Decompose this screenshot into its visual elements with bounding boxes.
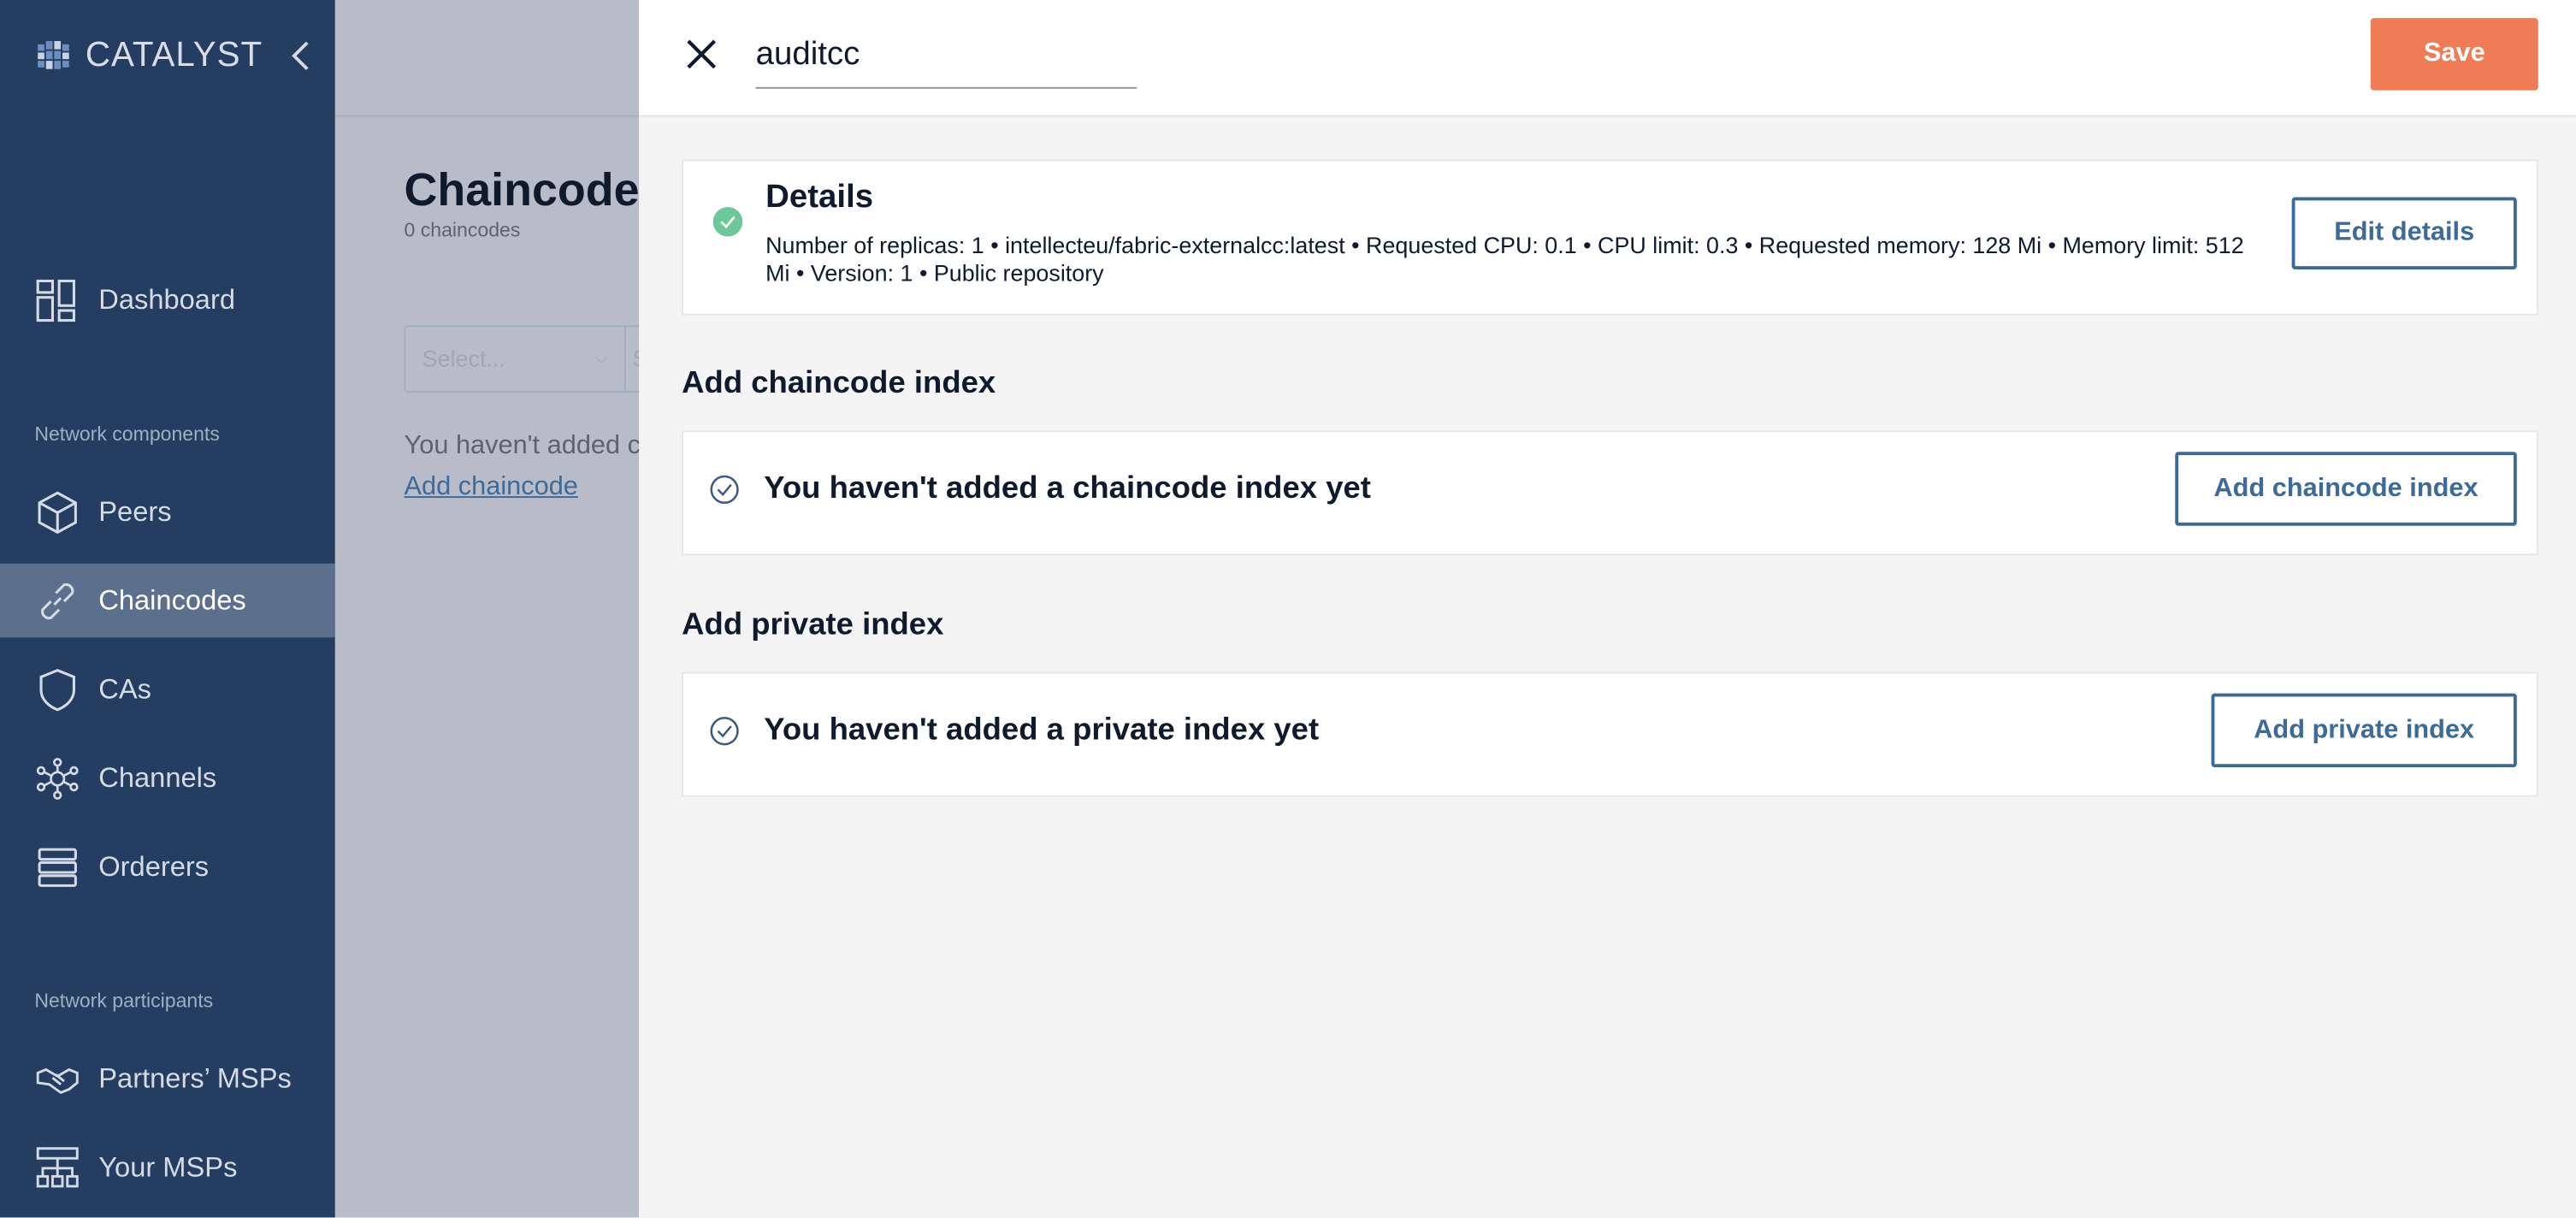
- circle-check-icon: [710, 717, 739, 746]
- sidebar-item-partners-msps[interactable]: Partners’ MSPs: [0, 1042, 335, 1115]
- link-icon: [41, 582, 74, 619]
- logo-text: CATALYST: [85, 36, 263, 74]
- logo: CATALYST: [36, 36, 263, 75]
- server-icon: [38, 847, 77, 886]
- collapse-chevron-icon[interactable]: [289, 39, 312, 72]
- hierarchy-icon: [36, 1146, 79, 1187]
- edit-details-button[interactable]: Edit details: [2291, 197, 2517, 270]
- sidebar-item-label: Partners’ MSPs: [98, 1061, 292, 1094]
- sidebar-item-peers[interactable]: Peers: [0, 475, 335, 548]
- chaincode-index-heading: Add chaincode index: [682, 366, 996, 401]
- sidebar-item-label: Orderers: [98, 850, 210, 882]
- details-card: Details Number of replicas: 1 • intellec…: [682, 159, 2538, 316]
- sidebar-item-label: Channels: [98, 761, 217, 793]
- filter-select[interactable]: Select... ⌵ S: [404, 325, 640, 393]
- select-placeholder: Select...: [422, 345, 505, 372]
- chaincode-index-empty: You haven't added a chaincode index yet: [764, 471, 1371, 506]
- sidebar-item-label: CAs: [98, 672, 151, 705]
- sidebar-item-label: Your MSPs: [98, 1150, 238, 1183]
- details-summary: Number of replicas: 1 • intellecteu/fabr…: [765, 231, 2244, 287]
- edit-chaincode-panel: auditcc Save Details Number of replicas:…: [639, 0, 2576, 1218]
- page-title: Chaincodes: [404, 164, 640, 216]
- network-icon: [36, 757, 79, 799]
- chaincode-count: 0 chaincodes: [404, 218, 521, 242]
- section-network-components: Network components: [34, 422, 220, 446]
- sidebar-item-channels[interactable]: Channels: [0, 741, 335, 814]
- catalyst-logo-icon: [38, 41, 69, 69]
- empty-message: You haven't added c: [404, 432, 640, 460]
- main-content-overlay: Chaincodes 0 chaincodes Select... ⌵ S You…: [334, 0, 640, 1218]
- circle-check-icon: [710, 475, 739, 505]
- add-private-index-button[interactable]: Add private index: [2211, 693, 2517, 768]
- success-check-icon: [712, 207, 743, 237]
- add-chaincode-link[interactable]: Add chaincode: [405, 473, 578, 503]
- sidebar-item-orderers[interactable]: Orderers: [0, 830, 335, 903]
- sidebar-item-dashboard[interactable]: Dashboard: [0, 263, 335, 336]
- sidebar: CATALYST Dashboard Network components Pe…: [0, 0, 335, 1218]
- sidebar-item-chaincodes[interactable]: Chaincodes: [0, 563, 335, 638]
- add-chaincode-index-button[interactable]: Add chaincode index: [2175, 452, 2517, 526]
- sidebar-item-label: Dashboard: [98, 283, 236, 315]
- private-index-heading: Add private index: [682, 607, 944, 643]
- close-icon[interactable]: [685, 38, 718, 70]
- chaincode-index-card: You haven't added a chaincode index yet …: [682, 430, 2538, 556]
- details-title: Details: [765, 179, 874, 216]
- sidebar-item-your-msps[interactable]: Your MSPs: [0, 1131, 335, 1204]
- sidebar-item-cas[interactable]: CAs: [0, 653, 335, 726]
- save-button[interactable]: Save: [2370, 18, 2538, 91]
- section-network-participants: Network participants: [34, 989, 214, 1013]
- sidebar-item-label: Chaincodes: [98, 583, 246, 616]
- private-index-card: You haven't added a private index yet Ad…: [682, 671, 2538, 797]
- chaincode-name-input[interactable]: auditcc: [755, 33, 1137, 89]
- search-field[interactable]: S: [626, 327, 640, 391]
- dashboard-icon: [36, 278, 75, 322]
- shield-icon: [39, 668, 75, 711]
- sidebar-item-label: Peers: [98, 495, 172, 527]
- chevron-down-icon: ⌵: [595, 350, 608, 369]
- handshake-icon: [36, 1067, 79, 1094]
- private-index-empty: You haven't added a private index yet: [764, 712, 1320, 748]
- cube-icon: [38, 490, 77, 534]
